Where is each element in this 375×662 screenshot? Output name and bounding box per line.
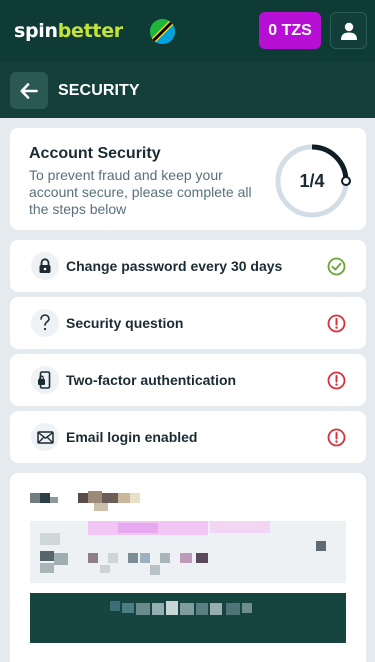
- spinbetter-logo[interactable]: spinbetter: [14, 20, 123, 42]
- logo-spin-text: spin: [14, 20, 58, 42]
- logo-better-text: better: [57, 20, 123, 42]
- alert-circle-icon: [327, 314, 346, 333]
- back-button[interactable]: [10, 72, 48, 109]
- user-account-button[interactable]: [330, 12, 367, 49]
- arrow-left-icon: [20, 82, 38, 99]
- phone-lock-icon: [31, 366, 59, 394]
- pixelated-heading: [30, 491, 150, 511]
- alert-circle-icon: [327, 428, 346, 447]
- page-header: SECURITY: [0, 62, 375, 118]
- envelope-icon: [31, 423, 59, 451]
- obscured-content-card: [10, 473, 366, 662]
- account-security-description: To prevent fraud and keep your account s…: [29, 167, 252, 217]
- alert-circle-icon: [327, 371, 346, 390]
- account-security-card: Account Security To prevent fraud and ke…: [10, 128, 366, 230]
- pixelated-info-box: [30, 521, 346, 583]
- step-change-password[interactable]: Change password every 30 days: [10, 240, 366, 292]
- step-label: Change password every 30 days: [66, 258, 283, 274]
- step-label: Two-factor authentication: [66, 372, 237, 388]
- security-progress-label: 1/4: [299, 170, 325, 191]
- account-security-title: Account Security: [29, 145, 161, 162]
- step-label: Email login enabled: [66, 429, 198, 445]
- step-two-factor[interactable]: Two-factor authentication: [10, 354, 366, 406]
- step-email-login[interactable]: Email login enabled: [10, 411, 366, 463]
- step-label: Security question: [66, 315, 184, 331]
- lock-icon: [31, 252, 59, 280]
- top-header: spinbetter 0 TZS: [0, 0, 375, 62]
- question-icon: [31, 309, 59, 337]
- balance-button[interactable]: 0 TZS: [259, 12, 321, 49]
- step-security-question[interactable]: Security question: [10, 297, 366, 349]
- security-content: Account Security To prevent fraud and ke…: [0, 118, 375, 662]
- tanzania-flag-icon[interactable]: [150, 19, 175, 44]
- page-title: SECURITY: [58, 82, 140, 99]
- check-circle-icon: [327, 257, 346, 276]
- pixelated-action-button[interactable]: [30, 593, 346, 643]
- user-icon: [340, 22, 357, 40]
